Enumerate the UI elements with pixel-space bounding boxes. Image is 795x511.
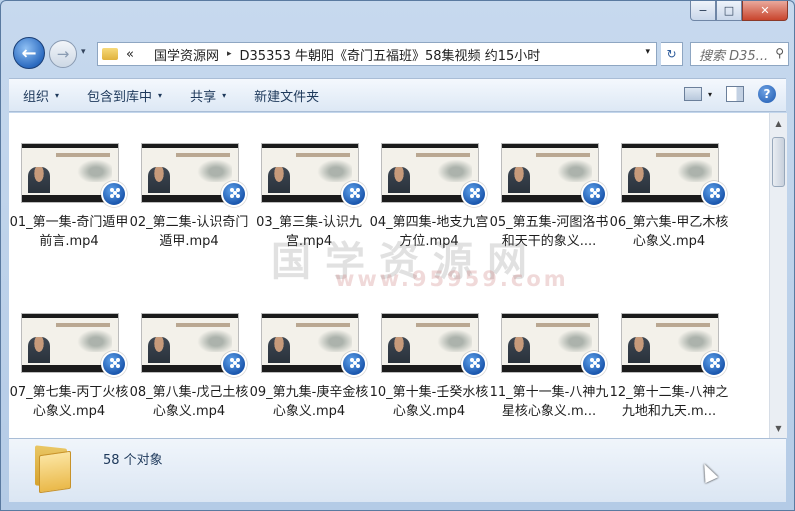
- media-player-icon: [101, 181, 127, 207]
- scroll-down-icon[interactable]: ▼: [770, 420, 787, 436]
- minimize-button[interactable]: −: [690, 1, 716, 21]
- back-arrow-icon: ←: [21, 42, 37, 64]
- file-name: 01_第一集-奇门遁甲前言.mp4: [9, 215, 129, 249]
- file-name: 02_第二集-认识奇门遁甲.mp4: [129, 215, 249, 249]
- file-item[interactable]: 06_第六集-甲乙木核心象义.mp4: [609, 117, 729, 249]
- chevron-right-icon[interactable]: ▸: [227, 49, 232, 59]
- item-count: 58 个对象: [103, 453, 163, 468]
- file-item[interactable]: 02_第二集-认识奇门遁甲.mp4: [129, 117, 249, 249]
- back-button[interactable]: ←: [13, 37, 45, 69]
- file-name: 07_第七集-丙丁火核心象义.mp4: [9, 385, 129, 419]
- scroll-thumb[interactable]: [772, 137, 785, 187]
- file-name: 10_第十集-壬癸水核心象义.mp4: [369, 385, 489, 419]
- forward-button[interactable]: →: [49, 40, 77, 68]
- breadcrumb-current[interactable]: D35353 牛朝阳《奇门五福班》58集视频 约15小时: [240, 45, 541, 64]
- search-placeholder: 搜索 D35...: [699, 48, 769, 64]
- share-label: 共享: [190, 89, 217, 105]
- file-item[interactable]: 09_第九集-庚辛金核心象义.mp4: [249, 287, 369, 419]
- file-item[interactable]: 05_第五集-河图洛书和天干的象义....: [489, 117, 609, 249]
- media-player-icon: [701, 351, 727, 377]
- search-icon: ⚲: [775, 46, 784, 60]
- caption-buttons: − □ ✕: [690, 1, 788, 21]
- maximize-button[interactable]: □: [716, 1, 742, 21]
- media-player-icon: [221, 181, 247, 207]
- breadcrumb-overflow[interactable]: «: [126, 47, 134, 62]
- watermark-url: www.95959.com: [335, 267, 569, 291]
- media-player-icon: [461, 181, 487, 207]
- file-item[interactable]: 07_第七集-丙丁火核心象义.mp4: [9, 287, 129, 419]
- file-item[interactable]: 12_第十二集-八神之九地和九天.m...: [609, 287, 729, 419]
- vertical-scrollbar[interactable]: ▲ ▼: [769, 113, 787, 438]
- file-name: 12_第十二集-八神之九地和九天.m...: [609, 385, 729, 419]
- folder-icon: [35, 445, 73, 494]
- media-player-icon: [341, 351, 367, 377]
- file-name: 09_第九集-庚辛金核心象义.mp4: [249, 385, 369, 419]
- file-item[interactable]: 04_第四集-地支九宫方位.mp4: [369, 117, 489, 249]
- file-item[interactable]: 10_第十集-壬癸水核心象义.mp4: [369, 287, 489, 419]
- file-item[interactable]: 03_第三集-认识九宫.mp4: [249, 117, 369, 249]
- file-name: 08_第八集-戊己土核心象义.mp4: [129, 385, 249, 419]
- chevron-down-icon: ▾: [158, 90, 163, 100]
- command-bar: 组织 ▾ 包含到库中 ▾ 共享 ▾ 新建文件夹 ▾ ?: [9, 78, 786, 112]
- organize-menu[interactable]: 组织 ▾: [9, 79, 73, 111]
- new-folder-label: 新建文件夹: [254, 89, 320, 105]
- address-dropdown-icon[interactable]: ▾: [645, 47, 650, 57]
- include-in-library-menu[interactable]: 包含到库中 ▾: [73, 79, 176, 111]
- new-folder-button[interactable]: 新建文件夹: [240, 79, 333, 111]
- forward-arrow-icon: →: [56, 45, 70, 63]
- scroll-up-icon[interactable]: ▲: [770, 115, 787, 131]
- media-player-icon: [701, 181, 727, 207]
- preview-pane-icon[interactable]: [726, 86, 744, 102]
- file-item[interactable]: 01_第一集-奇门遁甲前言.mp4: [9, 117, 129, 249]
- media-player-icon: [341, 181, 367, 207]
- close-button[interactable]: ✕: [742, 1, 788, 21]
- help-icon[interactable]: ?: [758, 85, 776, 103]
- recent-pages-button[interactable]: ▾: [81, 47, 86, 57]
- media-player-icon: [221, 351, 247, 377]
- media-player-icon: [101, 351, 127, 377]
- file-item[interactable]: 11_第十一集-八神九星核心象义.m...: [489, 287, 609, 419]
- media-player-icon: [581, 181, 607, 207]
- explorer-window: − □ ✕ ← → ▾ « 国学资源网 ▸ D35353 牛朝阳《奇门五福班》5…: [0, 0, 795, 511]
- file-name: 11_第十一集-八神九星核心象义.m...: [489, 385, 609, 419]
- navigation-bar: ← → ▾ « 国学资源网 ▸ D35353 牛朝阳《奇门五福班》58集视频 约…: [9, 35, 789, 71]
- folder-icon: [102, 48, 118, 60]
- file-item[interactable]: 08_第八集-戊己土核心象义.mp4: [129, 287, 249, 419]
- media-player-icon: [581, 351, 607, 377]
- media-player-icon: [461, 351, 487, 377]
- details-pane: 58 个对象: [9, 438, 786, 502]
- address-bar[interactable]: « 国学资源网 ▸ D35353 牛朝阳《奇门五福班》58集视频 约15小时 ▾: [97, 42, 657, 66]
- chevron-down-icon: ▾: [55, 90, 60, 100]
- view-options-icon[interactable]: ▾: [708, 90, 712, 99]
- file-name: 06_第六集-甲乙木核心象义.mp4: [609, 215, 729, 249]
- organize-label: 组织: [23, 89, 50, 105]
- search-input[interactable]: 搜索 D35... ⚲: [690, 42, 789, 66]
- chevron-down-icon: ▾: [222, 90, 227, 100]
- breadcrumb-root[interactable]: 国学资源网: [154, 45, 219, 64]
- include-in-library-label: 包含到库中: [87, 89, 153, 105]
- refresh-button[interactable]: ↻: [661, 42, 683, 66]
- share-menu[interactable]: 共享 ▾: [176, 79, 240, 111]
- change-view-icon[interactable]: [683, 87, 702, 101]
